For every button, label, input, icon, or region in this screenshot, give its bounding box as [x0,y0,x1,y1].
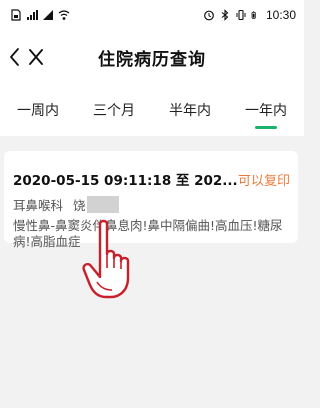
status-time: 10:30 [265,8,296,22]
record-department: 耳鼻喉科 [13,198,64,213]
header: 住院病历查询 [0,30,304,84]
tab-one-year[interactable]: 一年内 [228,84,304,136]
page-title: 住院病历查询 [98,49,206,70]
tab-three-months[interactable]: 三个月 [76,84,152,136]
status-left [10,9,70,21]
tab-label: 半年内 [169,103,211,119]
tab-label: 三个月 [93,103,135,119]
vibrate-icon [236,9,246,21]
tab-label: 一年内 [245,103,287,119]
redacted-block [86,196,119,213]
active-tab-indicator [255,126,277,129]
record-card-top: 2020-05-15 09:11:18 至 202... 可以复印 [13,169,290,189]
record-doctor: 饶 [73,198,86,213]
signal-icon-2 [43,10,53,20]
close-icon[interactable] [28,48,44,66]
tab-one-week[interactable]: 一周内 [0,84,76,136]
tap-hand-icon [82,219,130,299]
wifi-icon [58,10,70,20]
copy-available-link[interactable]: 可以复印 [238,170,290,189]
record-card[interactable]: 2020-05-15 09:11:18 至 202... 可以复印 耳鼻喉科 饶… [4,151,298,249]
tab-label: 一周内 [17,103,59,119]
record-dept-row: 耳鼻喉科 饶 [13,195,290,214]
status-right: 10:30 [203,8,296,22]
tab-half-year[interactable]: 半年内 [152,84,228,136]
status-bar: 10:30 [0,0,304,30]
back-arrow-icon[interactable] [8,47,22,67]
signal-icon [27,10,38,20]
alarm-icon [204,10,214,21]
record-datetime: 2020-05-15 09:11:18 至 202... [13,173,238,189]
period-tabs: 一周内 三个月 半年内 一年内 [0,84,304,136]
record-diagnosis: 慢性鼻-鼻窦炎伴鼻息肉!鼻中隔偏曲!高血压!糖尿病!高脂血症 [13,218,283,249]
bluetooth-icon [221,9,229,21]
sim-card-icon [11,9,21,21]
battery-icon [251,11,256,19]
